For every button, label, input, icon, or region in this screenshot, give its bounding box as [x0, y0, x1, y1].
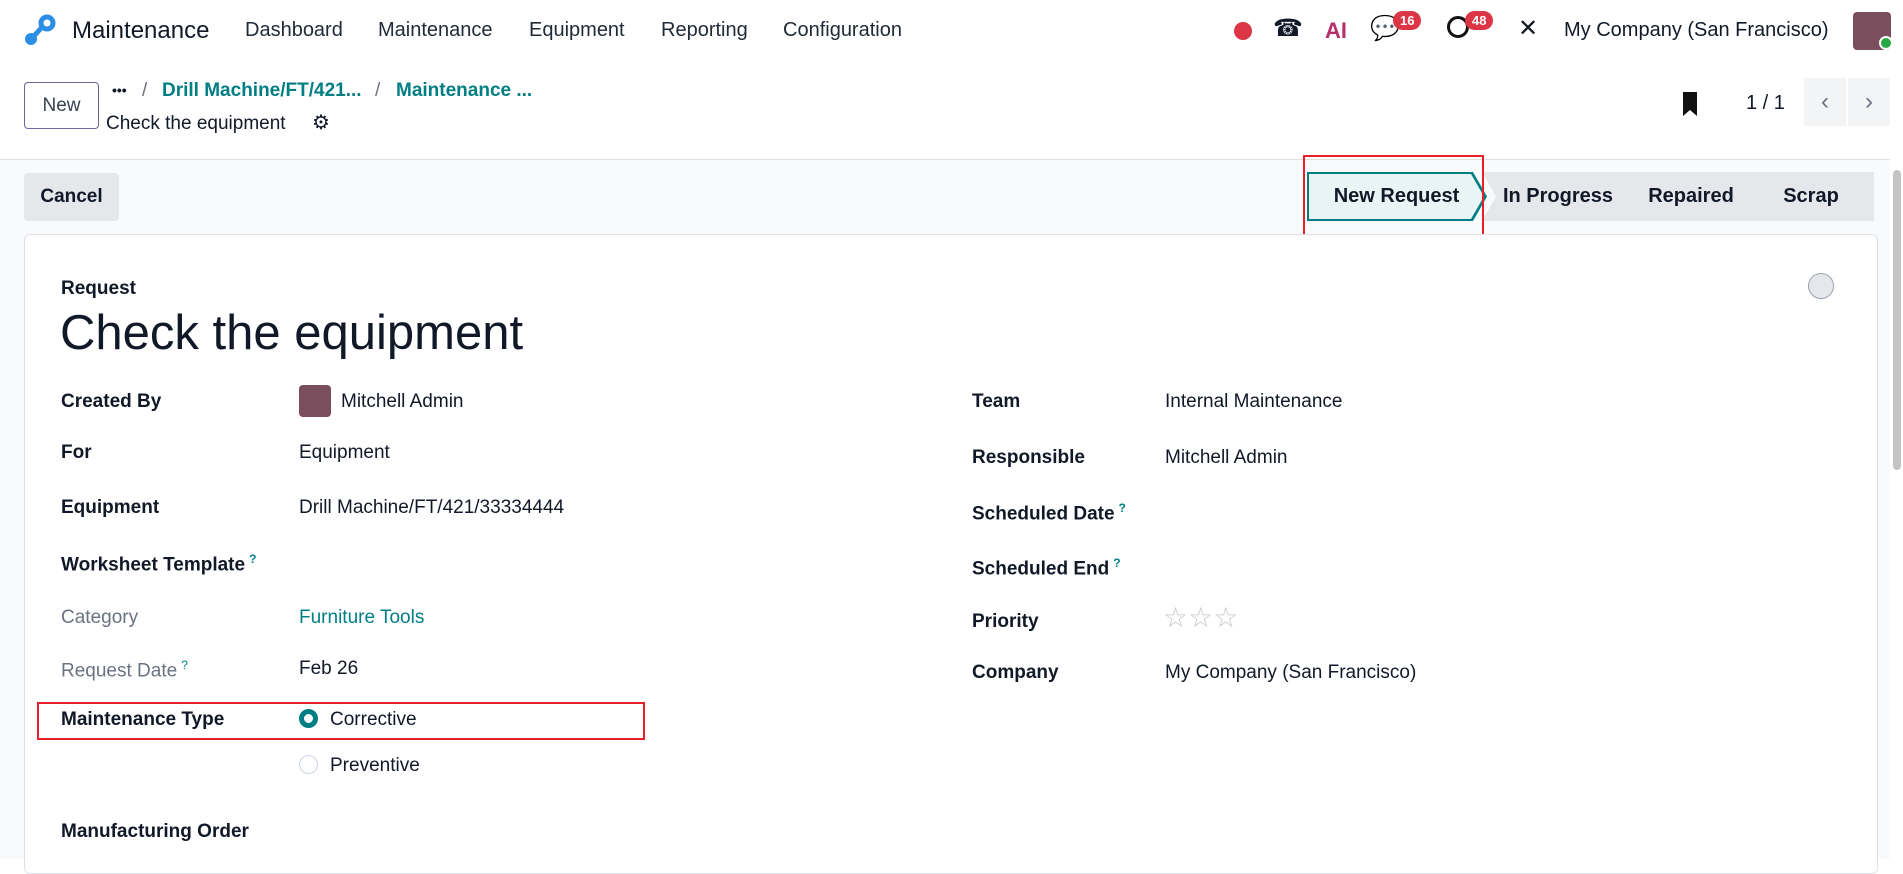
star-icon[interactable]: ☆	[1163, 602, 1188, 633]
priority-stars: ☆☆☆	[1163, 601, 1238, 634]
tools-icon[interactable]: ✕	[1518, 14, 1538, 43]
stage-scrap[interactable]: Scrap	[1748, 172, 1874, 221]
label-equipment: Equipment	[61, 497, 160, 518]
value-request-date: Feb 26	[299, 658, 359, 679]
label-team: Team	[972, 391, 1021, 412]
star-icon[interactable]: ☆	[1213, 602, 1238, 633]
pager-value[interactable]: 1 / 1	[1746, 92, 1785, 115]
label-text: Request Date	[61, 660, 178, 682]
breadcrumb-ellipsis[interactable]: •••	[112, 82, 127, 98]
kanban-state-icon[interactable]	[1808, 273, 1834, 299]
option-preventive[interactable]: Preventive	[330, 755, 420, 777]
label-worksheet-template: Worksheet Template?	[61, 552, 256, 576]
label-category: Category	[61, 607, 139, 628]
label-for: For	[61, 442, 92, 463]
menu-equipment[interactable]: Equipment	[529, 19, 625, 42]
chat-count-badge: 16	[1393, 11, 1422, 30]
value-category[interactable]: Furniture Tools	[299, 607, 424, 629]
company-switcher[interactable]: My Company (San Francisco)	[1564, 19, 1829, 42]
stage-in-progress[interactable]: In Progress	[1482, 172, 1634, 221]
pager-next-button[interactable]: ›	[1848, 78, 1890, 126]
form-subtitle: Request	[61, 278, 136, 299]
stage-repaired[interactable]: Repaired	[1620, 172, 1762, 221]
scrollbar[interactable]	[1893, 170, 1901, 470]
label-request-date: Request Date?	[61, 658, 188, 682]
menu-reporting[interactable]: Reporting	[661, 19, 748, 42]
value-created-by[interactable]: Mitchell Admin	[341, 391, 464, 413]
recording-icon[interactable]	[1234, 22, 1252, 40]
menu-dashboard[interactable]: Dashboard	[245, 19, 343, 42]
breadcrumb-separator: /	[142, 80, 148, 101]
label-manufacturing-order: Manufacturing Order	[61, 821, 249, 842]
app-logo-icon[interactable]	[22, 14, 56, 48]
menu-maintenance[interactable]: Maintenance	[378, 19, 493, 42]
label-responsible: Responsible	[972, 447, 1085, 468]
value-equipment[interactable]: Drill Machine/FT/421/33334444	[299, 497, 564, 519]
help-icon[interactable]: ?	[181, 658, 188, 672]
breadcrumb-separator: /	[375, 80, 381, 101]
help-icon[interactable]: ?	[1113, 556, 1120, 570]
avatar	[299, 385, 331, 417]
help-icon[interactable]: ?	[249, 552, 256, 566]
breadcrumb-maintenance[interactable]: Maintenance ...	[396, 80, 532, 102]
label-scheduled-end: Scheduled End?	[972, 556, 1121, 580]
menu-configuration[interactable]: Configuration	[783, 19, 902, 42]
star-icon[interactable]: ☆	[1188, 602, 1213, 633]
label-priority: Priority	[972, 611, 1039, 632]
value-team[interactable]: Internal Maintenance	[1165, 391, 1342, 413]
value-company[interactable]: My Company (San Francisco)	[1165, 662, 1416, 684]
activity-count-badge: 48	[1465, 11, 1494, 30]
pager-previous-button[interactable]: ‹	[1804, 78, 1846, 126]
highlight-box-maintenance-type	[37, 702, 645, 740]
form-title[interactable]: Check the equipment	[60, 305, 523, 361]
top-navbar: Maintenance Dashboard Maintenance Equipm…	[0, 0, 1903, 62]
label-text: Scheduled End	[972, 558, 1110, 580]
bookmark-icon[interactable]	[1683, 92, 1697, 116]
label-scheduled-date: Scheduled Date?	[972, 501, 1126, 525]
gear-icon[interactable]: ⚙	[312, 110, 330, 135]
cancel-button[interactable]: Cancel	[24, 173, 119, 221]
breadcrumb-equipment[interactable]: Drill Machine/FT/421...	[162, 80, 362, 102]
radio-preventive[interactable]	[299, 755, 318, 774]
record-title: Check the equipment	[106, 113, 286, 134]
ai-icon[interactable]: AI	[1325, 18, 1347, 44]
phone-icon[interactable]: ☎	[1273, 14, 1303, 43]
label-company: Company	[972, 662, 1059, 683]
online-status-icon	[1879, 36, 1893, 50]
app-name[interactable]: Maintenance	[72, 17, 209, 45]
value-responsible[interactable]: Mitchell Admin	[1165, 447, 1288, 469]
label-text: Worksheet Template	[61, 554, 246, 576]
new-button[interactable]: New	[24, 82, 99, 129]
help-icon[interactable]: ?	[1119, 501, 1126, 515]
label-text: Scheduled Date	[972, 503, 1115, 525]
label-created-by: Created By	[61, 391, 162, 412]
value-for[interactable]: Equipment	[299, 442, 390, 464]
